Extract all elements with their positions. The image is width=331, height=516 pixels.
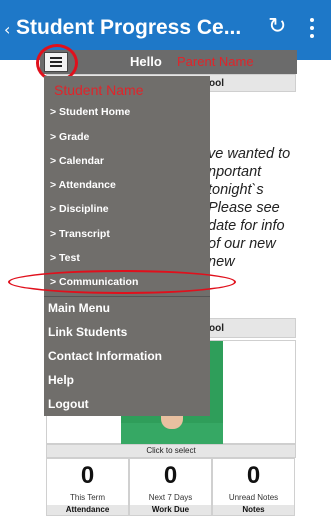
stat-notes[interactable]: 0 Unread Notes Notes <box>212 458 295 516</box>
menu-item-help[interactable]: Help <box>48 373 74 387</box>
announcement-line: ve wanted to <box>208 146 291 162</box>
stat-work-due[interactable]: 0 Next 7 Days Work Due <box>129 458 212 516</box>
stat-attendance[interactable]: 0 This Term Attendance <box>46 458 129 516</box>
stat-label: Unread Notes <box>228 493 279 502</box>
menu-item-attendance[interactable]: > Attendance <box>50 179 116 191</box>
student-name[interactable]: Student Name <box>54 82 144 98</box>
parent-name: Parent Name <box>177 54 254 69</box>
stat-value: 0 <box>80 462 95 489</box>
menu-item-contact-information[interactable]: Contact Information <box>48 349 162 363</box>
menu-item-main-menu[interactable]: Main Menu <box>48 301 110 315</box>
more-vert-icon[interactable] <box>310 18 316 40</box>
menu-item-calendar[interactable]: > Calendar <box>50 155 104 167</box>
stat-value: 0 <box>246 462 261 489</box>
stat-value: 0 <box>163 462 178 489</box>
announcement-line: Please see <box>208 200 280 216</box>
school-name-fragment: ool <box>209 323 224 334</box>
menu-item-test[interactable]: > Test <box>50 252 80 264</box>
stats-row: 0 This Term Attendance 0 Next 7 Days Wor… <box>46 458 296 516</box>
announcement-line: date for info <box>208 218 285 234</box>
app-title: Student Progress Ce... <box>16 16 242 39</box>
back-arrow-icon[interactable]: ‹ <box>4 20 10 39</box>
announcement-line: new <box>208 254 235 270</box>
announcement-line: tonight`s <box>208 182 264 198</box>
announcement-text: ve wanted to nportant tonight`s Please s… <box>208 145 318 271</box>
menu-item-grade[interactable]: > Grade <box>50 131 89 143</box>
stat-footer: Work Due <box>130 505 211 515</box>
app-screen: ‹ Student Progress Ce... ↻ ool ve wanted… <box>0 0 331 516</box>
stat-footer: Notes <box>213 505 294 515</box>
stat-footer: Attendance <box>47 505 128 515</box>
menu-item-student-home[interactable]: > Student Home <box>50 106 130 118</box>
greeting-bar: Hello Parent Name <box>40 50 297 74</box>
menu-item-logout[interactable]: Logout <box>48 397 89 411</box>
annotation-oval <box>8 270 236 294</box>
refresh-icon[interactable]: ↻ <box>268 14 286 39</box>
stat-label: Next 7 Days <box>148 493 193 502</box>
stat-label: This Term <box>70 493 105 502</box>
announcement-line: of our new <box>208 236 276 252</box>
navigation-drawer: Student Name > Student Home > Grade > Ca… <box>44 76 210 416</box>
menu-item-discipline[interactable]: > Discipline <box>50 203 109 215</box>
menu-item-transcript[interactable]: > Transcript <box>50 228 110 240</box>
menu-item-link-students[interactable]: Link Students <box>48 325 127 339</box>
announcement-line: nportant <box>208 164 262 180</box>
school-name-fragment: ool <box>209 78 224 89</box>
greeting-text: Hello <box>130 54 162 69</box>
click-to-select-label[interactable]: Click to select <box>46 444 296 458</box>
drawer-divider <box>44 296 210 297</box>
